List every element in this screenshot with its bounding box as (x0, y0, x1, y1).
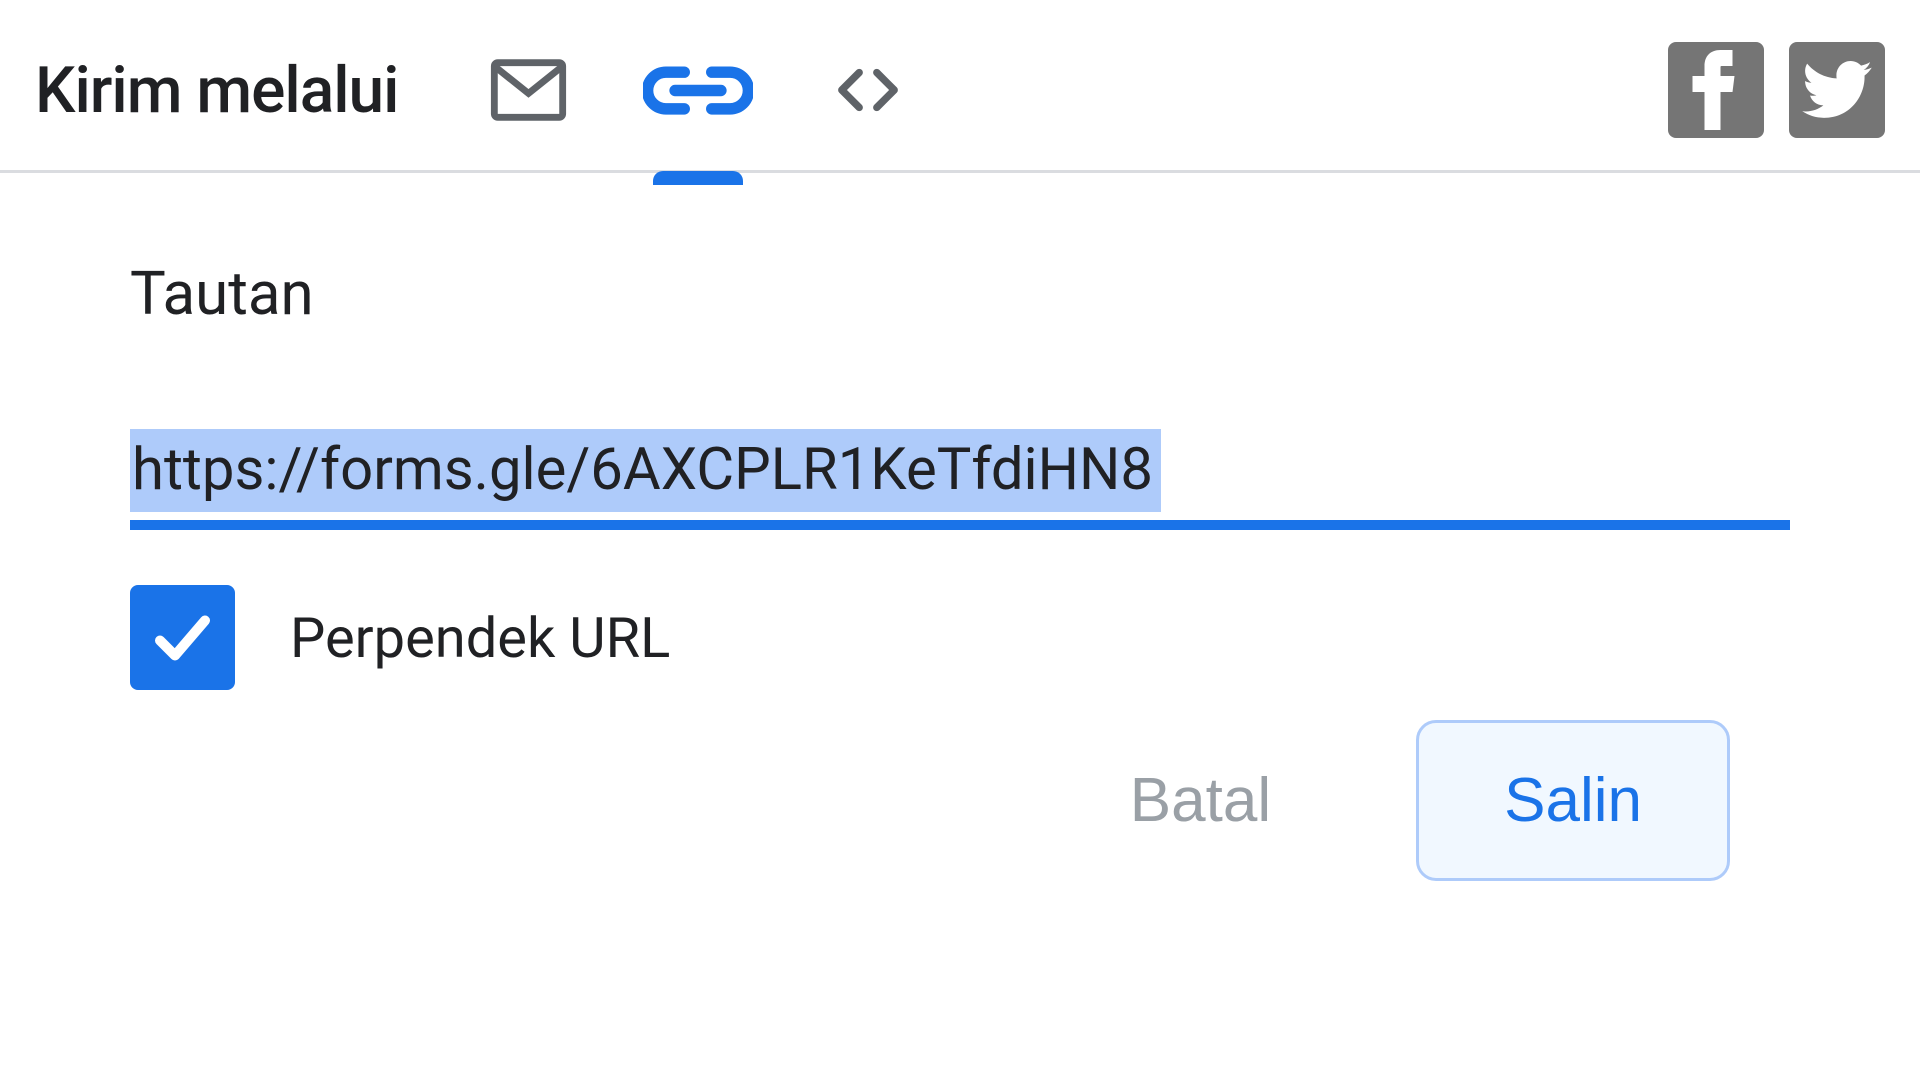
check-icon (145, 608, 220, 668)
shorten-url-label: Perpendek URL (290, 605, 670, 671)
shorten-url-checkbox[interactable] (130, 585, 235, 690)
send-via-label: Kirim melalui (35, 53, 398, 128)
social-icons-group (1668, 42, 1885, 138)
tab-link[interactable] (643, 40, 753, 140)
tab-email[interactable] (473, 40, 583, 140)
twitter-icon (1802, 61, 1872, 119)
url-input-value[interactable]: https://forms.gle/6AXCPLR1KeTfdiHN8 (130, 429, 1161, 512)
cancel-button[interactable]: Batal (1100, 755, 1301, 846)
facebook-icon (1689, 50, 1744, 130)
tab-embed[interactable] (813, 40, 923, 140)
url-input-wrapper[interactable]: https://forms.gle/6AXCPLR1KeTfdiHN8 (130, 429, 1790, 530)
section-title: Tautan (130, 258, 1790, 329)
facebook-share-button[interactable] (1668, 42, 1764, 138)
email-icon (476, 49, 581, 131)
embed-icon (813, 55, 923, 125)
twitter-share-button[interactable] (1789, 42, 1885, 138)
link-icon (643, 63, 753, 118)
copy-button[interactable]: Salin (1416, 720, 1730, 881)
button-row: Batal Salin (130, 720, 1790, 881)
shorten-url-row: Perpendek URL (130, 585, 1790, 690)
content-area: Tautan https://forms.gle/6AXCPLR1KeTfdiH… (0, 173, 1920, 921)
send-via-header: Kirim melalui (0, 0, 1920, 173)
